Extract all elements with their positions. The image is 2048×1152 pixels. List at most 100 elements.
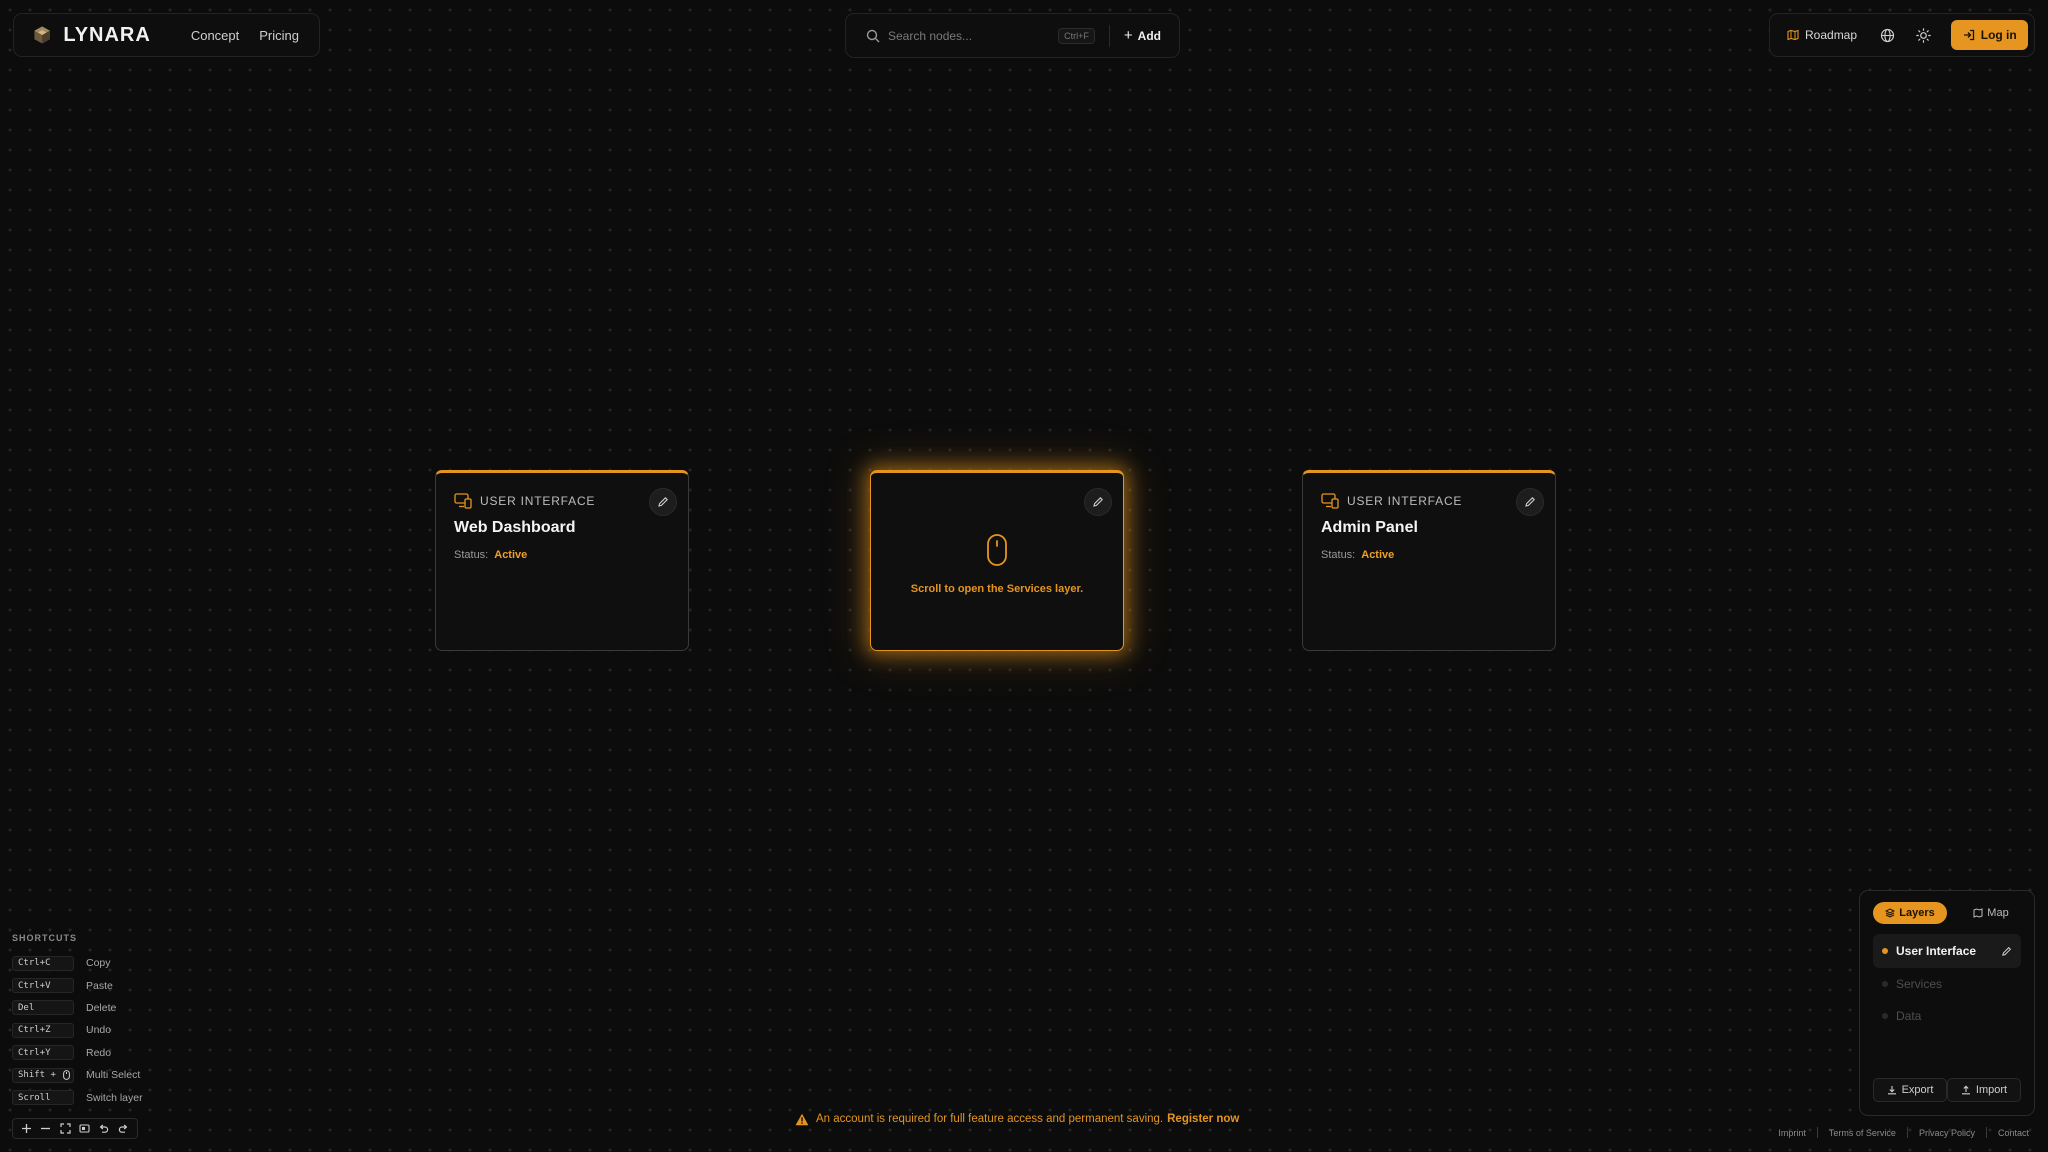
shortcut-row: Del Delete <box>12 997 182 1019</box>
shortcut-key: Scroll <box>12 1090 74 1106</box>
layer-label: Services <box>1896 977 1943 991</box>
active-layer-dot <box>1882 948 1888 954</box>
shortcut-key-text: Shift + <box>18 1070 62 1081</box>
footer-privacy[interactable]: Privacy Policy <box>1919 1128 1975 1138</box>
brand-bar: LYNARA Concept Pricing <box>13 13 320 57</box>
plus-icon: + <box>1123 27 1133 44</box>
top-right-bar: Roadmap Log in <box>1769 13 2035 57</box>
scroll-hint-area: Scroll to open the Services layer. <box>889 533 1105 595</box>
mouse-icon <box>63 1070 71 1081</box>
footer-links: Imprint Terms of Service Privacy Policy … <box>1778 1127 2029 1138</box>
footer-separator <box>1906 1127 1908 1138</box>
node-title: Admin Panel <box>1321 519 1418 536</box>
fit-view-button[interactable] <box>58 1122 72 1136</box>
shortcut-row: Ctrl+Y Redo <box>12 1042 182 1064</box>
export-label: Export <box>1901 1084 1934 1096</box>
layers-panel: Layers Map User Interface Services Data … <box>1859 890 2035 1116</box>
node-type: USER INTERFACE <box>1321 493 1537 509</box>
redo-icon <box>118 1124 128 1133</box>
edit-node-button[interactable] <box>1084 488 1112 516</box>
footer-imprint[interactable]: Imprint <box>1778 1128 1806 1138</box>
import-button[interactable]: Import <box>1947 1078 2021 1102</box>
node-type-label: USER INTERFACE <box>480 494 596 508</box>
layer-dot <box>1882 981 1888 987</box>
node-admin-panel[interactable]: USER INTERFACE Admin Panel Status: Active <box>1302 470 1556 651</box>
node-type: USER INTERFACE <box>454 493 670 509</box>
shortcut-key: Del <box>12 1000 74 1016</box>
zoom-in-button[interactable] <box>20 1122 34 1136</box>
login-button[interactable]: Log in <box>1951 20 2028 50</box>
footer-terms[interactable]: Terms of Service <box>1829 1128 1896 1138</box>
canvas-toolbar <box>12 1118 138 1139</box>
roadmap-label: Roadmap <box>1805 28 1858 42</box>
tab-layers-label: Layers <box>1899 907 1935 919</box>
tab-map[interactable]: Map <box>1961 902 2021 924</box>
node-web-dashboard[interactable]: USER INTERFACE Web Dashboard Status: Acti… <box>435 470 689 651</box>
status-label: Status: <box>454 549 489 561</box>
layer-data[interactable]: Data <box>1873 1000 2021 1032</box>
shortcut-key: Ctrl+Y <box>12 1045 74 1061</box>
status-value: Active <box>1361 549 1395 561</box>
layer-services[interactable]: Services <box>1873 968 2021 1000</box>
pencil-icon <box>658 497 668 507</box>
footer-contact[interactable]: Contact <box>1998 1128 2029 1138</box>
undo-button[interactable] <box>97 1122 111 1136</box>
import-label: Import <box>1975 1084 2008 1096</box>
node-status: Status: Active <box>1321 549 1537 561</box>
redo-button[interactable] <box>116 1122 130 1136</box>
tab-layers[interactable]: Layers <box>1873 902 1947 924</box>
zoom-out-button[interactable] <box>39 1122 53 1136</box>
warning-icon <box>795 1113 809 1125</box>
lynara-logo-icon[interactable] <box>33 22 51 48</box>
theme-toggle-button[interactable] <box>1915 26 1932 44</box>
upload-icon <box>1961 1085 1970 1095</box>
edit-node-button[interactable] <box>1516 488 1544 516</box>
monitor-icon <box>454 493 472 509</box>
shortcuts-title: SHORTCUTS <box>12 933 77 943</box>
layer-label: Data <box>1896 1009 1922 1023</box>
plus-icon <box>22 1124 32 1133</box>
notice-text: An account is required for full feature … <box>816 1113 1164 1125</box>
fullscreen-icon <box>60 1123 71 1134</box>
layer-user-interface[interactable]: User Interface <box>1873 934 2021 968</box>
shortcut-row: Ctrl+Z Undo <box>12 1019 182 1041</box>
nav-pricing[interactable]: Pricing <box>259 28 299 43</box>
nav-concept[interactable]: Concept <box>191 28 239 43</box>
brand-name[interactable]: LYNARA <box>63 24 151 47</box>
node-services-portal[interactable]: Scroll to open the Services layer. <box>870 470 1124 651</box>
add-node-button[interactable]: + Add <box>1124 27 1161 44</box>
layer-dot <box>1882 1013 1888 1019</box>
login-icon <box>1963 29 1974 41</box>
roadmap-button[interactable]: Roadmap <box>1787 28 1857 42</box>
layers-panel-actions: Export Import <box>1873 1078 2021 1102</box>
mouse-scroll-icon <box>987 534 1007 566</box>
footer-separator <box>1816 1127 1818 1138</box>
pencil-icon <box>1093 497 1103 507</box>
minimap-button[interactable] <box>78 1122 92 1136</box>
shortcut-row: Scroll Switch layer <box>12 1086 182 1108</box>
search-icon <box>866 29 880 42</box>
globe-icon <box>1881 28 1895 42</box>
map-icon <box>1973 908 1983 918</box>
status-value: Active <box>494 549 528 561</box>
shortcut-row: Shift + Multi Select <box>12 1064 182 1086</box>
shortcut-key: Ctrl+V <box>12 978 74 994</box>
login-label: Log in <box>1980 28 2017 42</box>
search-input[interactable] <box>888 28 1059 43</box>
pencil-icon[interactable] <box>2001 946 2012 957</box>
minus-icon <box>41 1127 51 1130</box>
edit-node-button[interactable] <box>649 488 677 516</box>
shortcut-label: Multi Select <box>86 1069 141 1082</box>
layers-icon <box>1885 908 1896 918</box>
search-shortcut-hint: Ctrl+F <box>1058 27 1095 44</box>
shortcut-row: Ctrl+C Copy <box>12 952 182 974</box>
scroll-hint-text: Scroll to open the Services layer. <box>910 583 1084 595</box>
search-bar: Ctrl+F + Add <box>845 13 1180 58</box>
language-button[interactable] <box>1879 26 1896 44</box>
footer-separator <box>1985 1127 1987 1138</box>
monitor-icon <box>1321 493 1339 509</box>
export-button[interactable]: Export <box>1873 1078 1947 1102</box>
add-node-label: Add <box>1137 28 1161 43</box>
register-link[interactable]: Register now <box>1167 1113 1239 1125</box>
shortcuts-panel: SHORTCUTS Ctrl+C Copy Ctrl+V Paste Del D… <box>12 933 182 1109</box>
